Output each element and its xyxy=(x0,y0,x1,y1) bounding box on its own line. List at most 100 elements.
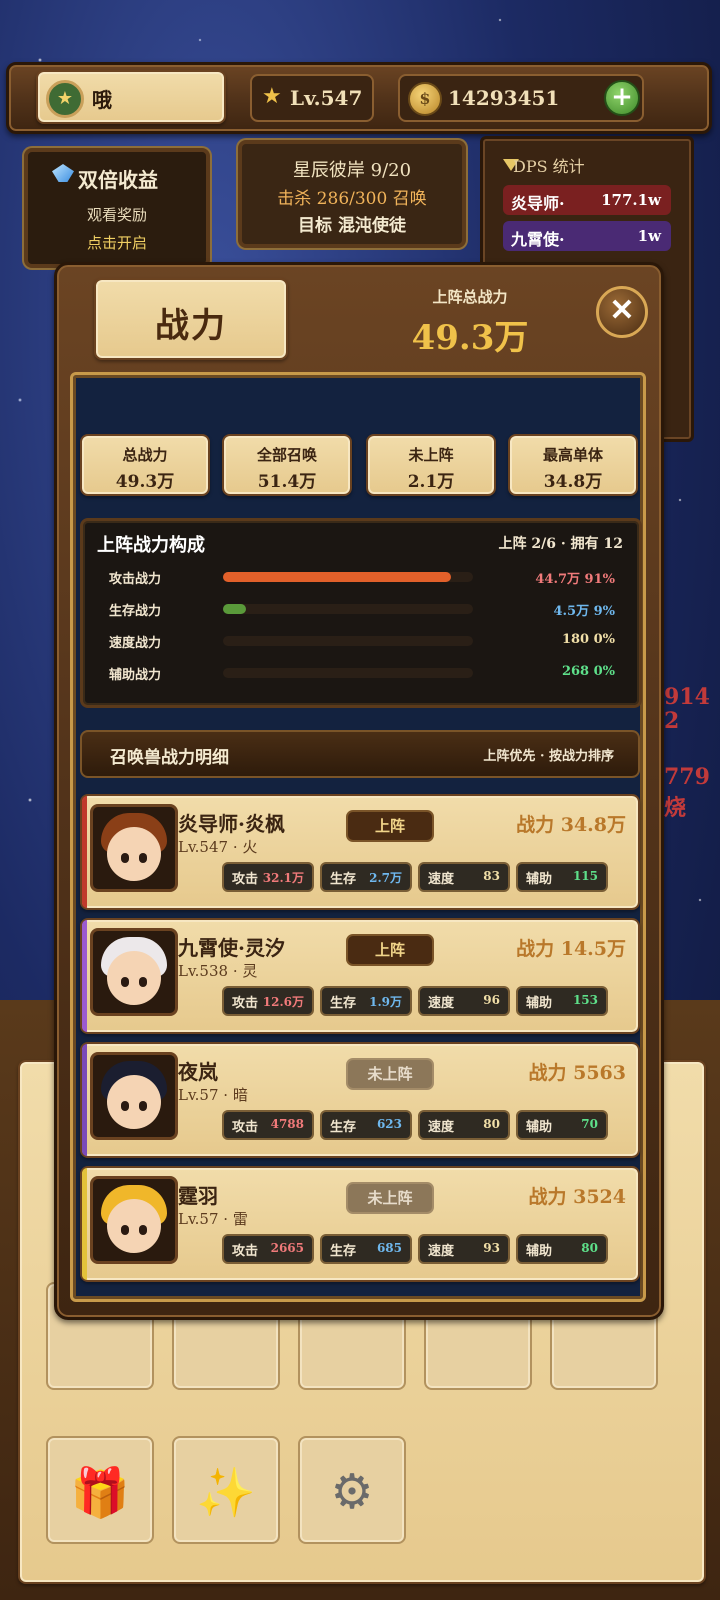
stage-info: 星辰彼岸 9/20 击杀 286/300 召唤 目标 混沌使徒 xyxy=(238,140,466,248)
panel-title-plate: 战力 xyxy=(94,278,288,360)
stat-label: 全部召唤 xyxy=(256,446,317,464)
stat-chip-assist: 辅助 115 xyxy=(516,862,608,892)
chip-value: 623 xyxy=(376,1117,402,1131)
element-strip xyxy=(82,1044,87,1156)
stat-chip-speed: 速度 80 xyxy=(418,1110,510,1140)
bar-value: 268 0% xyxy=(561,664,615,679)
double-income-action: 点击开启 xyxy=(86,234,147,252)
chip-label: 辅助 xyxy=(526,872,553,887)
chip-value: 4788 xyxy=(270,1117,304,1131)
chip-value: 32.1万 xyxy=(262,871,304,885)
summon-avatar xyxy=(90,1052,178,1140)
deploy-status-button[interactable]: 未上阵 xyxy=(346,1058,434,1090)
chip-label: 生存 xyxy=(330,1120,357,1135)
chip-value: 93 xyxy=(483,1241,500,1255)
bar-label: 攻击战力 xyxy=(109,572,162,587)
avatar-face xyxy=(107,951,161,1005)
gift-button[interactable]: 🎁 xyxy=(46,1436,154,1544)
dps-row: 炎导师· 177.1w xyxy=(503,185,671,215)
bar-track xyxy=(223,668,473,678)
player-name-box[interactable]: ★ 哦 xyxy=(36,70,226,124)
stat-value: 51.4万 xyxy=(257,472,317,492)
double-income-title: 双倍收益 xyxy=(78,168,158,192)
composition-row: 生存战力 4.5万 9% xyxy=(101,597,621,621)
deploy-status-button[interactable]: 上阵 xyxy=(346,934,434,966)
coin-icon: $ xyxy=(408,82,442,116)
stat-chip-speed: 速度 93 xyxy=(418,1234,510,1264)
chip-value: 685 xyxy=(376,1241,402,1255)
stage-kills: 击杀 286/300 召唤 xyxy=(277,189,427,209)
chip-value: 80 xyxy=(483,1117,500,1131)
chip-label: 生存 xyxy=(330,872,357,887)
chip-label: 攻击 xyxy=(232,872,259,887)
composition-row: 辅助战力 268 0% xyxy=(101,661,621,685)
summon-card[interactable]: 九霄使·灵汐 Lv.538 · 灵 上阵 战力 14.5万 攻击 12.6万 生存… xyxy=(80,918,640,1034)
stage-target: 目标 混沌使徒 xyxy=(298,216,406,236)
chip-label: 攻击 xyxy=(232,1244,259,1259)
summon-level: Lv.547 · 火 xyxy=(178,838,258,856)
composition-title: 上阵战力构成 xyxy=(97,535,205,556)
background-number: 烧 xyxy=(664,795,687,821)
dps-value: 177.1w xyxy=(601,191,661,209)
summon-level: Lv.538 · 灵 xyxy=(178,962,258,980)
summon-power: 战力 34.8万 xyxy=(516,814,626,836)
bar-fill xyxy=(223,572,451,582)
summon-avatar xyxy=(90,928,178,1016)
chip-value: 2.7万 xyxy=(369,871,402,885)
deploy-status-button[interactable]: 上阵 xyxy=(346,810,434,842)
background-number: 914 xyxy=(664,684,710,710)
bar-value: 180 0% xyxy=(561,632,615,647)
stat-chip-survive: 生存 1.9万 xyxy=(320,986,412,1016)
stat-chip-survive: 生存 685 xyxy=(320,1234,412,1264)
summon-card[interactable]: 夜岚 Lv.57 · 暗 未上阵 战力 5563 攻击 4788 生存 623 速度… xyxy=(80,1042,640,1158)
bar-track xyxy=(223,636,473,646)
dps-value: 1w xyxy=(637,227,661,245)
composition-row: 攻击战力 44.7万 91% xyxy=(101,565,621,589)
gem-icon xyxy=(52,164,74,182)
deploy-status-button[interactable]: 未上阵 xyxy=(346,1182,434,1214)
panel-title: 战力 xyxy=(155,306,227,346)
stat-chip-assist: 辅助 153 xyxy=(516,986,608,1016)
dps-name: 炎导师· xyxy=(511,194,565,213)
chip-value: 12.6万 xyxy=(262,995,304,1009)
avatar-eye xyxy=(139,1225,147,1235)
summon-card[interactable]: 霆羽 Lv.57 · 雷 未上阵 战力 3524 攻击 2665 生存 685 速度… xyxy=(80,1166,640,1282)
sparkle-button[interactable]: ✨ xyxy=(172,1436,280,1544)
stat-chip-attack: 攻击 32.1万 xyxy=(222,862,314,892)
chip-value: 96 xyxy=(483,993,500,1007)
close-button[interactable]: ✕ xyxy=(596,286,648,338)
settings-button[interactable]: ⚙ xyxy=(298,1436,406,1544)
summon-card[interactable]: 炎导师·炎枫 Lv.547 · 火 上阵 战力 34.8万 攻击 32.1万 生存… xyxy=(80,794,640,910)
element-strip xyxy=(82,920,87,1032)
gear-icon: ⚙ xyxy=(330,1464,374,1520)
summon-name: 夜岚 xyxy=(178,1060,218,1084)
chip-label: 生存 xyxy=(330,996,357,1011)
avatar-eye xyxy=(121,977,129,987)
stat-label: 未上阵 xyxy=(408,446,454,464)
chip-label: 辅助 xyxy=(526,1244,553,1259)
background-number: 779 xyxy=(664,764,710,790)
add-gold-button[interactable]: + xyxy=(604,80,640,116)
double-income-button[interactable]: 双倍收益 观看奖励 点击开启 xyxy=(24,148,210,268)
sort-button[interactable]: 上阵优先 · 按战力排序 xyxy=(483,745,614,764)
total-power-label: 上阵总战力 xyxy=(432,288,508,306)
stat-chip-speed: 速度 96 xyxy=(418,986,510,1016)
avatar-eye xyxy=(121,1101,129,1111)
summon-list-header: 召唤兽战力明细 上阵优先 · 按战力排序 xyxy=(80,730,640,778)
power-composition: 上阵战力构成 上阵 2/6 · 拥有 12 攻击战力 44.7万 91% 生存战… xyxy=(80,518,642,708)
avatar-face xyxy=(107,1199,161,1253)
stage-name: 星辰彼岸 9/20 xyxy=(292,160,412,181)
double-income-subtitle: 观看奖励 xyxy=(86,206,147,224)
sparkle-icon: ✨ xyxy=(196,1465,256,1521)
stat-chip-survive: 生存 623 xyxy=(320,1110,412,1140)
stat-value: 34.8万 xyxy=(543,472,603,492)
level-box: ★ Lv.547 xyxy=(250,74,374,122)
composition-summary: 上阵 2/6 · 拥有 12 xyxy=(498,536,623,552)
chip-label: 速度 xyxy=(428,1244,455,1259)
summon-list-title: 召唤兽战力明细 xyxy=(110,748,229,768)
element-strip xyxy=(82,1168,87,1280)
stat-card-total: 总战力 49.3万 xyxy=(80,434,210,496)
chip-label: 生存 xyxy=(330,1244,357,1259)
bar-label: 生存战力 xyxy=(109,604,162,619)
stat-chip-attack: 攻击 4788 xyxy=(222,1110,314,1140)
